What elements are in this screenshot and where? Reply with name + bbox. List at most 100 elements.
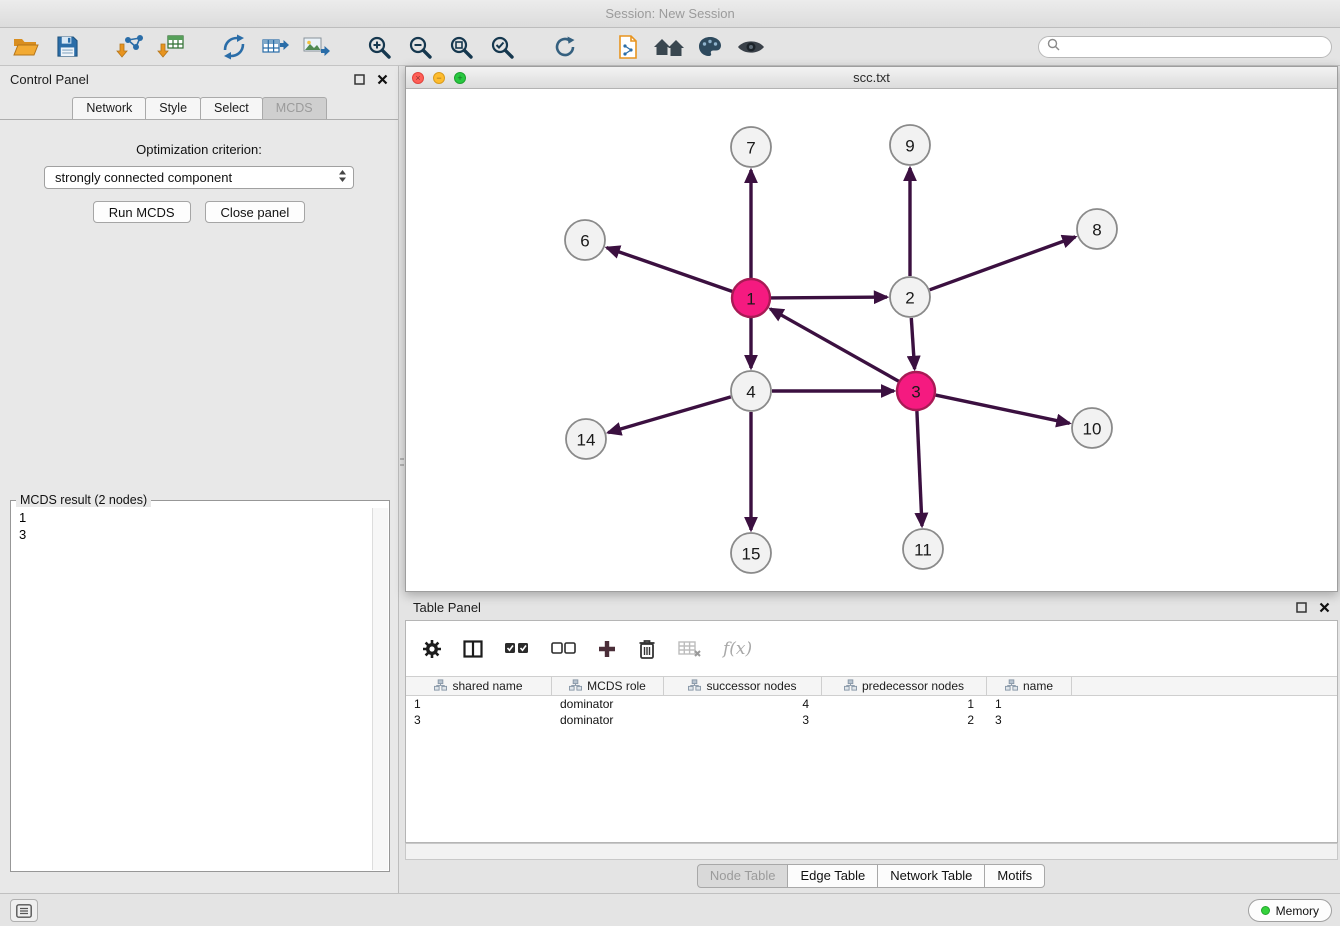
home-pair-icon[interactable] (651, 31, 687, 63)
zoom-window-button[interactable]: + (454, 72, 466, 84)
svg-text:2: 2 (905, 289, 914, 308)
split-columns-icon[interactable] (463, 639, 483, 659)
close-table-panel-icon[interactable] (1319, 602, 1330, 613)
table-panel-header: Table Panel (405, 595, 1338, 619)
import-network-icon[interactable] (112, 31, 148, 63)
open-folder-glyph (12, 35, 40, 59)
import-table-icon[interactable] (153, 31, 189, 63)
document-copy-icon[interactable] (610, 31, 646, 63)
export-image-icon[interactable] (298, 31, 334, 63)
graph-node-14[interactable]: 14 (566, 419, 606, 459)
graph-node-1[interactable]: 1 (732, 279, 770, 317)
column-header-label: MCDS role (587, 679, 646, 693)
table-cell: 3 (664, 713, 822, 727)
graph-node-7[interactable]: 7 (731, 127, 771, 167)
graph-node-9[interactable]: 9 (890, 125, 930, 165)
column-header-mcds-role[interactable]: MCDS role (552, 677, 664, 695)
search-icon (1047, 38, 1060, 56)
graph-edge-3-10[interactable] (936, 395, 1070, 423)
graph-node-4[interactable]: 4 (731, 371, 771, 411)
open-folder-icon[interactable] (8, 31, 44, 63)
eye-icon[interactable] (733, 31, 769, 63)
minimize-window-button[interactable]: − (433, 72, 445, 84)
graph-edge-3-1[interactable] (770, 309, 898, 381)
control-panel-header: Control Panel (0, 66, 398, 93)
refresh-icon[interactable] (547, 31, 583, 63)
svg-text:1: 1 (746, 290, 755, 309)
tab-network-table[interactable]: Network Table (877, 864, 985, 888)
save-icon[interactable] (49, 31, 85, 63)
optimization-dropdown[interactable]: strongly connected component (44, 166, 354, 189)
gear-icon[interactable] (422, 639, 442, 659)
graph-edge-2-8[interactable] (930, 237, 1076, 290)
float-table-panel-icon[interactable] (1296, 602, 1307, 613)
eye-glyph (736, 38, 766, 56)
svg-text:9: 9 (905, 137, 914, 156)
table-horizontal-scrollbar[interactable] (405, 843, 1338, 860)
run-mcds-button[interactable]: Run MCDS (93, 201, 191, 223)
tab-mcds[interactable]: MCDS (262, 97, 327, 119)
search-field[interactable] (1038, 36, 1332, 58)
control-panel: Control Panel NetworkStyleSelectMCDS Opt… (0, 66, 399, 893)
delete-table-icon[interactable] (678, 639, 702, 659)
graph-node-11[interactable]: 11 (903, 529, 943, 569)
zoom-selected-icon[interactable] (484, 31, 520, 63)
column-header-predecessor-nodes[interactable]: predecessor nodes (822, 677, 987, 695)
graph-node-10[interactable]: 10 (1072, 408, 1112, 448)
memory-button[interactable]: Memory (1248, 899, 1332, 922)
zoom-fit-icon[interactable] (443, 31, 479, 63)
zoom-out-glyph (407, 34, 433, 60)
tab-node-table[interactable]: Node Table (697, 864, 789, 888)
tab-style[interactable]: Style (145, 97, 201, 119)
graph-edge-1-2[interactable] (771, 297, 887, 298)
mcds-result-list: 13 (11, 507, 389, 545)
graph-node-2[interactable]: 2 (890, 277, 930, 317)
table-row-1[interactable]: 1dominator411 (406, 696, 1337, 712)
delete-columns-icon[interactable] (637, 638, 657, 660)
float-control-panel-icon[interactable] (354, 74, 365, 85)
graph-edge-2-3[interactable] (911, 318, 914, 369)
task-history-icon[interactable] (10, 899, 38, 922)
close-window-button[interactable]: × (412, 72, 424, 84)
export-table-icon[interactable] (257, 31, 293, 63)
table-cell: 1 (987, 697, 1072, 711)
tab-edge-table[interactable]: Edge Table (787, 864, 878, 888)
search-input[interactable] (1065, 40, 1323, 54)
dropdown-value: strongly connected component (55, 170, 338, 185)
table-cell: 1 (406, 697, 552, 711)
network-share-glyph (221, 34, 247, 60)
table-cell: 4 (664, 697, 822, 711)
sort-hierarchy-icon (844, 679, 857, 694)
column-header-shared-name[interactable]: shared name (406, 677, 552, 695)
zoom-in-icon[interactable] (361, 31, 397, 63)
tab-network[interactable]: Network (72, 97, 146, 119)
network-share-icon[interactable] (216, 31, 252, 63)
palette-icon[interactable] (692, 31, 728, 63)
result-scrollbar-track[interactable] (372, 508, 388, 870)
deselect-all-icon[interactable] (551, 640, 577, 658)
table-row-2[interactable]: 3dominator323 (406, 712, 1337, 728)
table-cell: 2 (822, 713, 987, 727)
graph-edge-3-11[interactable] (917, 411, 922, 526)
graph-node-15[interactable]: 15 (731, 533, 771, 573)
add-column-icon[interactable] (598, 640, 616, 658)
result-line: 1 (19, 509, 381, 526)
close-control-panel-icon[interactable] (377, 74, 388, 85)
close-panel-button[interactable]: Close panel (205, 201, 306, 223)
tab-select[interactable]: Select (200, 97, 263, 119)
zoom-out-icon[interactable] (402, 31, 438, 63)
column-header-label: shared name (452, 679, 522, 693)
window-titlebar: Session: New Session (0, 0, 1340, 28)
network-canvas[interactable]: 7 9 6 8 1 2 4 3 14 10 15 11 (406, 89, 1337, 591)
column-header-successor-nodes[interactable]: successor nodes (664, 677, 822, 695)
graph-edge-1-6[interactable] (607, 248, 732, 292)
select-all-icon[interactable] (504, 640, 530, 658)
function-builder-icon[interactable]: f(x) (723, 639, 752, 659)
graph-node-3[interactable]: 3 (897, 372, 935, 410)
graph-edge-4-14[interactable] (608, 397, 731, 433)
tab-motifs[interactable]: Motifs (984, 864, 1045, 888)
graph-node-8[interactable]: 8 (1077, 209, 1117, 249)
column-header-name[interactable]: name (987, 677, 1072, 695)
graph-node-6[interactable]: 6 (565, 220, 605, 260)
network-graph[interactable]: 7 9 6 8 1 2 4 3 14 10 15 11 (406, 89, 1337, 591)
